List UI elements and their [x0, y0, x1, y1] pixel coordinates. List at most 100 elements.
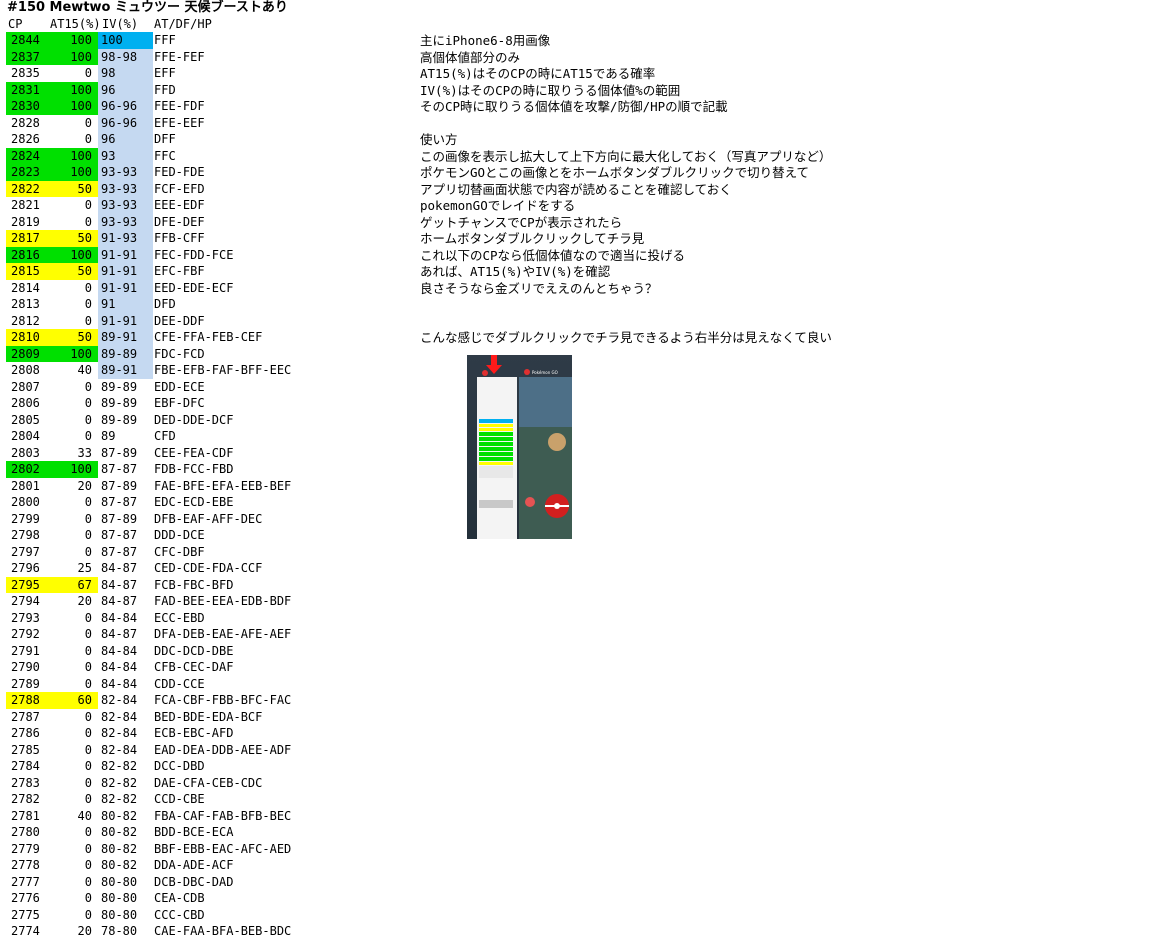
- cp-cell: 2800: [11, 495, 40, 509]
- at15-cell: 0: [84, 214, 92, 229]
- iv-cell: 78-80: [101, 924, 138, 938]
- iv-cell: 93-93: [98, 164, 153, 181]
- iv-cell: 96-96: [98, 114, 153, 131]
- at15-cell: 0: [84, 429, 92, 443]
- note-line: ポケモンGOとこの画像とをホームボタンダブルクリックで切り替えて: [420, 165, 810, 180]
- at15-cell: 0: [84, 660, 92, 674]
- at15-cell: 100: [46, 98, 98, 115]
- values-cell: CFE-FFA-FEB-CEF: [154, 330, 263, 344]
- note-line: そのCP時に取りうる個体値を攻撃/防御/HPの順で記載: [420, 99, 728, 114]
- iv-cell: 96: [98, 81, 153, 98]
- at15-cell: 0: [84, 841, 92, 856]
- iv-cell: 84-84: [101, 610, 138, 625]
- at15-cell: 0: [84, 610, 92, 625]
- cp-cell: 2787: [11, 709, 40, 724]
- iv-cell: 82-82: [101, 792, 138, 806]
- iv-cell: 82-82: [101, 775, 138, 790]
- iv-cell: 100: [98, 32, 153, 49]
- values-cell: EAD-DEA-DDB-AEE-ADF: [154, 742, 292, 757]
- cp-cell: 2826: [11, 132, 40, 146]
- note-line: この画像を表示し拡大して上下方向に最大化しておく（写真アプリなど）: [420, 148, 832, 164]
- values-cell: DDC-DCD-DBE: [154, 643, 234, 658]
- values-cell: ECB-EBC-AFD: [154, 726, 234, 740]
- at15-cell: 0: [84, 511, 92, 526]
- values-cell: EDC-ECD-EBE: [154, 495, 234, 509]
- cp-cell: 2812: [11, 313, 40, 328]
- at15-cell: 0: [84, 907, 92, 922]
- at15-cell: 0: [84, 297, 92, 311]
- note-line: IV(%)はそのCPの時に取りうる個体値%の範囲: [420, 82, 681, 98]
- note-line: あれば、AT15(%)やIV(%)を確認: [420, 264, 611, 279]
- values-cell: EED-EDE-ECF: [154, 280, 234, 295]
- app-label: Pokémon GO: [532, 370, 558, 375]
- iv-cell: 87-87: [101, 462, 138, 476]
- iv-cell: 91: [98, 296, 153, 313]
- cp-cell: 2791: [11, 643, 40, 658]
- note-line: これ以下のCPなら低個体値なので適当に投げる: [420, 247, 686, 263]
- iv-cell: 82-84: [101, 742, 138, 757]
- at15-cell: 0: [84, 280, 92, 295]
- cp-cell: 2822: [6, 180, 46, 197]
- at15-cell: 0: [84, 495, 92, 509]
- cp-cell: 2776: [11, 891, 40, 905]
- at15-cell: 0: [84, 676, 92, 691]
- iv-cell: 93: [98, 147, 153, 164]
- iv-cell: 80-82: [101, 808, 138, 823]
- cp-cell: 2777: [11, 874, 40, 889]
- values-cell: FCA-CBF-FBB-BFC-FAC: [154, 693, 292, 707]
- cp-cell: 2819: [11, 214, 40, 229]
- cp-cell: 2774: [11, 924, 40, 938]
- values-cell: DEE-DDF: [154, 313, 205, 328]
- iv-cell: 82-84: [101, 726, 138, 740]
- cp-cell: 2781: [11, 808, 40, 823]
- iv-cell: 80-82: [101, 841, 138, 856]
- cp-cell: 2813: [11, 297, 40, 311]
- at15-cell: 0: [84, 792, 92, 806]
- iv-cell: 80-80: [101, 907, 138, 922]
- iv-cell: 84-87: [101, 577, 138, 592]
- at15-cell: 0: [84, 627, 92, 641]
- cp-cell: 2788: [6, 692, 46, 709]
- at15-cell: 50: [46, 230, 98, 247]
- iv-cell: 87-89: [101, 445, 138, 460]
- iv-cell: 96-96: [98, 98, 153, 115]
- cp-cell: 2810: [6, 329, 46, 346]
- values-cell: EFE-EEF: [154, 115, 205, 130]
- values-cell: DDA-ADE-ACF: [154, 858, 234, 872]
- values-cell: FAE-BFE-EFA-EEB-BEF: [154, 478, 292, 493]
- iv-cell: 93-93: [98, 213, 153, 230]
- note-line: 良さそうなら金ズリでええのんとちゃう？: [420, 280, 658, 296]
- values-cell: DCB-DBC-DAD: [154, 874, 234, 889]
- at15-cell: 100: [46, 147, 98, 164]
- cp-cell: 2844: [6, 32, 46, 49]
- iv-cell: 87-87: [101, 544, 138, 559]
- cp-cell: 2835: [11, 66, 40, 80]
- at15-cell: 0: [84, 891, 92, 905]
- values-cell: EBF-DFC: [154, 396, 205, 410]
- at15-cell: 0: [84, 759, 92, 773]
- values-cell: FBA-CAF-FAB-BFB-BEC: [154, 808, 292, 823]
- values-cell: BBF-EBB-EAC-AFC-AED: [154, 841, 292, 856]
- note-line: [420, 314, 832, 331]
- iv-cell: 89-89: [101, 412, 138, 427]
- at15-cell: 0: [84, 643, 92, 658]
- cp-cell: 2807: [11, 379, 40, 394]
- values-cell: DDD-DCE: [154, 528, 205, 542]
- cp-cell: 2795: [6, 576, 46, 593]
- at15-cell: 100: [46, 81, 98, 98]
- app-switcher-image: Pokémon GO: [467, 355, 572, 539]
- cp-cell: 2785: [11, 742, 40, 757]
- cp-cell: 2809: [6, 345, 46, 362]
- iv-cell: 93-93: [98, 197, 153, 214]
- values-cell: CFB-CEC-DAF: [154, 660, 234, 674]
- at15-cell: 0: [84, 874, 92, 889]
- cp-cell: 2789: [11, 676, 40, 691]
- note-line: アプリ切替画面状態で内容が読めることを確認しておく: [420, 181, 732, 197]
- note-line: pokemonGOでレイドをする: [420, 198, 576, 213]
- cp-cell: 2779: [11, 841, 40, 856]
- iv-cell: 84-87: [101, 561, 138, 575]
- values-cell: BDD-BCE-ECA: [154, 825, 234, 839]
- cp-cell: 2796: [11, 561, 40, 575]
- cp-cell: 2830: [6, 98, 46, 115]
- cp-cell: 2782: [11, 792, 40, 806]
